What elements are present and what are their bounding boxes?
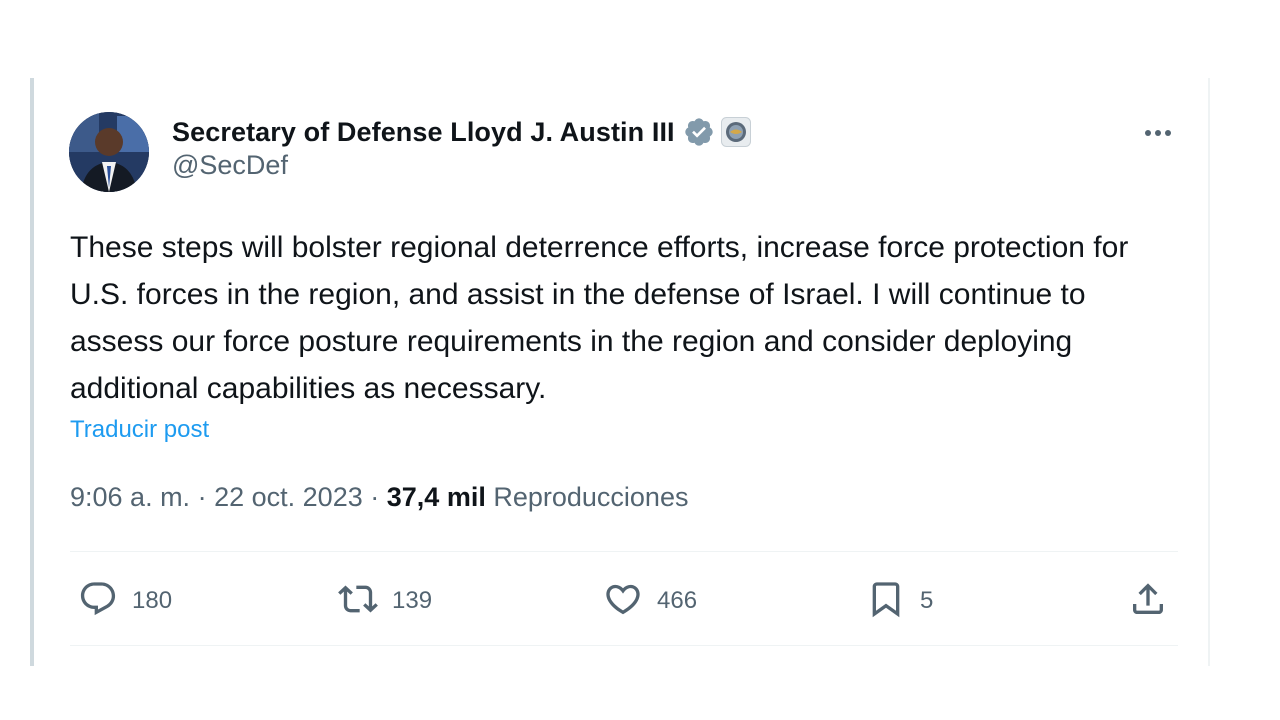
tweet-text: These steps will bolster regional deterr…: [70, 231, 1129, 405]
repost-count: 139: [392, 587, 433, 614]
reply-count: 180: [132, 587, 173, 614]
frame-right-border: [1208, 78, 1210, 666]
translate-link[interactable]: Traducir post: [70, 416, 209, 444]
bookmark-count: 5: [920, 587, 934, 614]
reply-button[interactable]: 180: [78, 573, 172, 629]
author-handle[interactable]: @SecDef: [172, 150, 751, 181]
repost-icon: [338, 579, 378, 624]
divider-top: [70, 551, 1178, 552]
name-row: Secretary of Defense Lloyd J. Austin III: [172, 112, 751, 152]
avatar[interactable]: [69, 112, 149, 192]
more-icon[interactable]: [1138, 118, 1178, 148]
tweet-header: Secretary of Defense Lloyd J. Austin III…: [172, 112, 751, 181]
frame-left-border: [30, 78, 34, 666]
gov-affiliation-icon[interactable]: [720, 117, 751, 147]
reply-icon: [78, 579, 118, 624]
divider-bottom: [70, 645, 1178, 646]
share-button[interactable]: [1128, 573, 1168, 629]
like-button[interactable]: 466: [603, 573, 697, 629]
action-bar: 180 139 466 5: [70, 573, 1180, 629]
bookmark-icon: [866, 579, 906, 624]
bookmark-button[interactable]: 5: [866, 573, 933, 629]
like-icon: [603, 579, 643, 624]
tweet-time[interactable]: 9:06 a. m.: [70, 482, 190, 512]
meta-separator: ·: [197, 482, 207, 512]
author-name[interactable]: Secretary of Defense Lloyd J. Austin III: [172, 117, 675, 148]
views-label[interactable]: Reproducciones: [493, 482, 688, 512]
verified-badge-icon: [683, 116, 715, 148]
repost-button[interactable]: 139: [338, 573, 432, 629]
tweet-meta: 9:06 a. m. · 22 oct. 2023 · 37,4 mil Rep…: [70, 482, 688, 513]
like-count: 466: [657, 587, 698, 614]
share-icon: [1128, 579, 1168, 624]
meta-separator: ·: [370, 482, 380, 512]
tweet-date[interactable]: 22 oct. 2023: [214, 482, 363, 512]
views-count: 37,4 mil: [386, 482, 486, 512]
